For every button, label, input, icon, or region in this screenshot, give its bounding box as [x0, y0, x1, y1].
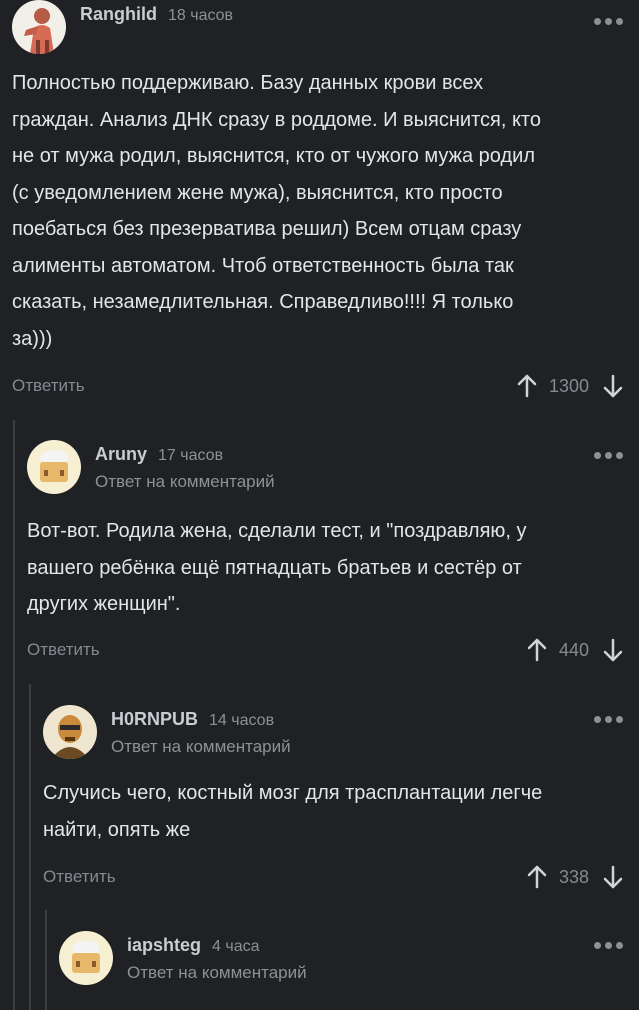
thread-line-level-3: [45, 910, 47, 1010]
arrow-down-icon[interactable]: [603, 865, 623, 889]
comment-text: Вот-вот. Родила жена, сделали тест, и "п…: [27, 520, 527, 615]
avatar[interactable]: [59, 931, 113, 985]
reply-to-label[interactable]: Ответ на комментарий: [95, 472, 275, 492]
timestamp: 17 часов: [158, 447, 224, 464]
thread-line-level-2: [29, 684, 31, 1010]
timestamp: 18 часов: [168, 7, 234, 24]
more-dots-icon[interactable]: [594, 716, 623, 723]
arrow-up-icon[interactable]: [527, 638, 547, 662]
rating: 1300: [517, 374, 623, 398]
reply-button[interactable]: Ответить: [43, 867, 116, 887]
username[interactable]: Aruny: [95, 444, 147, 465]
score: 338: [558, 866, 589, 887]
more-dots-icon[interactable]: [594, 18, 623, 25]
avatar[interactable]: [12, 0, 66, 54]
more-dots-icon[interactable]: [594, 452, 623, 459]
reply-to-label[interactable]: Ответ на комментарий: [127, 963, 307, 983]
rating: 440: [527, 638, 623, 662]
avatar[interactable]: [27, 440, 81, 494]
username[interactable]: H0RNPUB: [111, 709, 198, 730]
thread-line-level-1: [13, 420, 15, 1010]
comment-text: Случись чего, костный мозг для трасплант…: [43, 782, 543, 841]
avatar[interactable]: [43, 705, 97, 759]
more-dots-icon[interactable]: [594, 942, 623, 949]
reply-button[interactable]: Ответить: [12, 376, 85, 396]
arrow-up-icon[interactable]: [527, 865, 547, 889]
reply-button[interactable]: Ответить: [27, 640, 100, 660]
username[interactable]: Ranghild: [80, 4, 157, 25]
score: 1300: [548, 375, 589, 396]
rating: 338: [527, 865, 623, 889]
arrow-down-icon[interactable]: [603, 374, 623, 398]
arrow-up-icon[interactable]: [517, 374, 537, 398]
timestamp: 14 часов: [209, 712, 275, 729]
score: 440: [558, 639, 589, 660]
username[interactable]: iapshteg: [127, 935, 201, 956]
reply-to-label[interactable]: Ответ на комментарий: [111, 737, 291, 757]
timestamp: 4 часа: [212, 938, 260, 955]
comment-text: Полностью поддерживаю. Базу данных крови…: [12, 72, 541, 350]
arrow-down-icon[interactable]: [603, 638, 623, 662]
